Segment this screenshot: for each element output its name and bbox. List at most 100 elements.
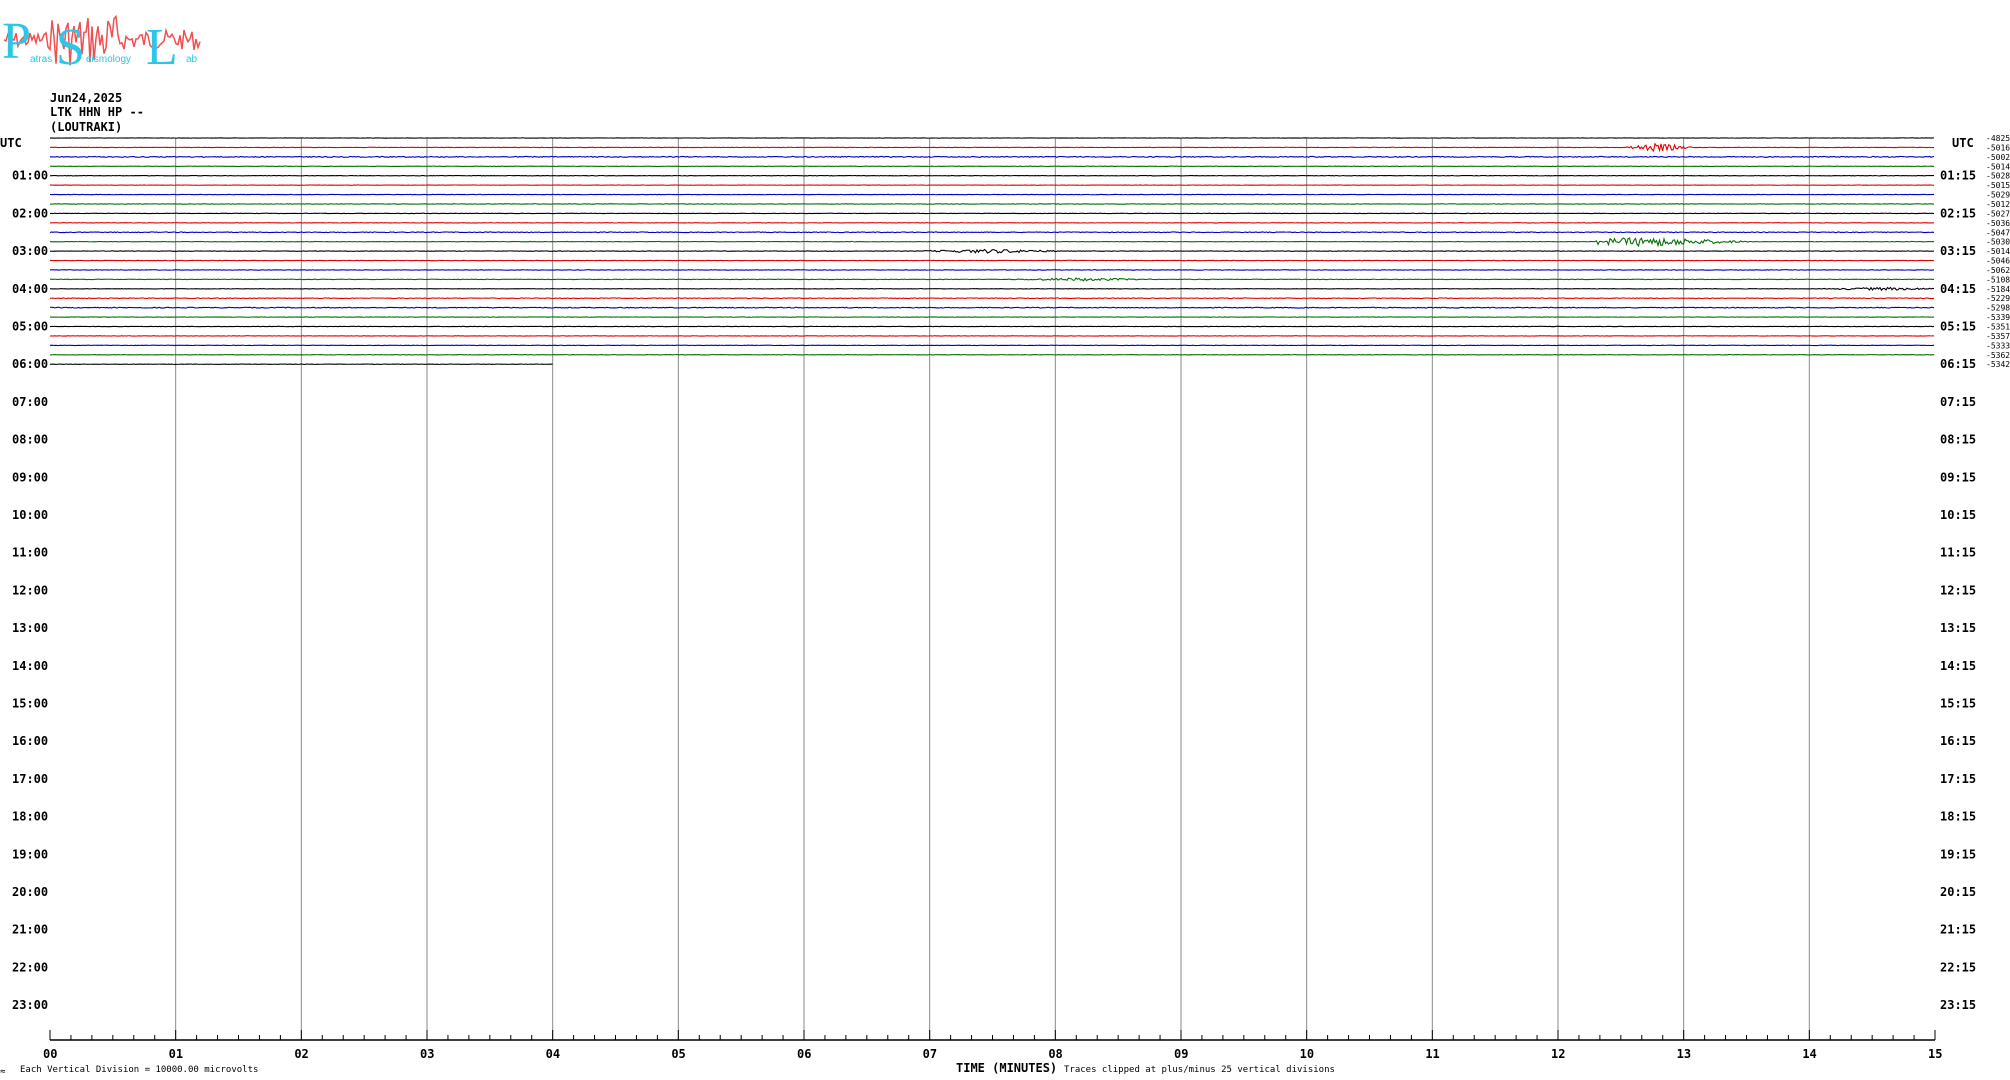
minute-tick-label: 12 (1551, 1047, 1565, 1061)
logo-letter-l: L (146, 19, 178, 76)
station-code: LTK HHN HP -- (50, 105, 144, 119)
left-hour-label: 01:00 (12, 169, 48, 183)
trace-offset-value: -5016 (1986, 143, 2010, 152)
trace-offset-value: -5029 (1986, 191, 2010, 200)
scale-note: Each Vertical Division = 10000.00 microv… (20, 1065, 258, 1075)
right-hour-label: 13:15 (1940, 621, 1976, 635)
trace-offset-value: -5027 (1986, 209, 2010, 218)
trace-row-10 (49, 231, 1935, 234)
trace-row-14 (49, 269, 1935, 271)
corner-mark: ≈ (0, 1067, 6, 1077)
left-hour-label: 14:00 (12, 659, 48, 673)
logo-letter-p: P (2, 13, 31, 70)
hour-labels: 01:00 02:00 03:00 04:00 05:00 06:00 07:00 08:00… (12, 169, 1976, 1012)
trace-offset-value: -5014 (1986, 162, 2010, 171)
trace-offset-value: -5062 (1986, 266, 2010, 275)
left-hour-label: 23:00 (12, 998, 48, 1012)
minute-grid (175, 138, 1810, 1040)
x-axis-label: TIME (MINUTES) (956, 1061, 1057, 1075)
minute-tick-label: 04 (546, 1047, 560, 1061)
right-hour-label: 16:15 (1940, 734, 1976, 748)
minute-tick-label: 00 (43, 1047, 57, 1061)
minute-tick-label: 02 (294, 1047, 308, 1061)
trace-offset-value: -5298 (1986, 304, 2010, 313)
right-hour-label: 21:15 (1940, 923, 1976, 937)
right-hour-label: 06:15 (1940, 357, 1976, 371)
left-hour-label: 10:00 (12, 508, 48, 522)
minute-tick-label: 08 (1048, 1047, 1062, 1061)
trace-offset-value: -5184 (1986, 285, 2010, 294)
left-hour-label: 05:00 (12, 320, 48, 334)
right-hour-label: 02:15 (1940, 206, 1976, 220)
right-hour-label: 09:15 (1940, 470, 1976, 484)
right-hour-label: 07:15 (1940, 395, 1976, 409)
right-hour-label: 04:15 (1940, 282, 1976, 296)
minute-axis: 00 01 02 03 04 05 06 07 08 09 10 11 12 13 14 15 (43, 1030, 1942, 1061)
left-utc-title: UTC (0, 136, 22, 150)
minute-tick-label: 07 (923, 1047, 937, 1061)
left-hour-label: 15:00 (12, 697, 48, 711)
minute-tick-label: 14 (1802, 1047, 1816, 1061)
right-hour-label: 12:15 (1940, 583, 1976, 597)
minute-tick-label: 03 (420, 1047, 434, 1061)
clip-note: Traces clipped at plus/minus 25 vertical… (1064, 1065, 1335, 1075)
minute-tick-label: 11 (1425, 1047, 1439, 1061)
left-hour-label: 13:00 (12, 621, 48, 635)
right-hour-label: 10:15 (1940, 508, 1976, 522)
left-hour-label: 04:00 (12, 282, 48, 296)
trace-offset-value: -5333 (1986, 341, 2010, 350)
right-hour-label: 22:15 (1940, 960, 1976, 974)
trace-offset-value: -5047 (1986, 228, 2010, 237)
trace-offset-value: -5339 (1986, 313, 2010, 322)
left-hour-label: 20:00 (12, 885, 48, 899)
left-hour-label: 18:00 (12, 810, 48, 824)
station-location: (LOUTRAKI) (50, 120, 122, 134)
right-hour-label: 03:15 (1940, 244, 1976, 258)
minute-tick-label: 13 (1677, 1047, 1691, 1061)
trace-offset-value: -5046 (1986, 257, 2010, 266)
left-hour-label: 03:00 (12, 244, 48, 258)
trace-offset-labels: -4825-5016-5002-5014-5028-5015-5029-5012… (1986, 134, 2010, 369)
logo-word-eismology: eismology (86, 54, 131, 65)
right-hour-label: 11:15 (1940, 546, 1976, 560)
trace-row-1 (49, 142, 1935, 153)
psl-logo: P S L atras eismology ab (2, 13, 201, 76)
trace-row-2 (49, 155, 1935, 158)
right-hour-label: 15:15 (1940, 697, 1976, 711)
left-hour-label: 11:00 (12, 546, 48, 560)
trace-offset-value: -5015 (1986, 181, 2010, 190)
minute-tick-label: 01 (169, 1047, 183, 1061)
trace-offset-value: -5229 (1986, 294, 2010, 303)
right-hour-label: 05:15 (1940, 320, 1976, 334)
trace-offset-value: -5030 (1986, 238, 2010, 247)
right-hour-label: 08:15 (1940, 433, 1976, 447)
record-date: Jun24,2025 (50, 91, 122, 105)
logo-word-atras: atras (30, 54, 52, 65)
trace-offset-value: -5012 (1986, 200, 2010, 209)
trace-offset-value: -5014 (1986, 247, 2010, 256)
left-hour-label: 19:00 (12, 847, 48, 861)
left-hour-label: 07:00 (12, 395, 48, 409)
minute-tick-label: 05 (671, 1047, 685, 1061)
trace-offset-value: -4825 (1986, 134, 2010, 143)
trace-row-16 (49, 286, 1935, 292)
right-hour-label: 17:15 (1940, 772, 1976, 786)
right-hour-label: 20:15 (1940, 885, 1976, 899)
trace-row-12 (49, 248, 1935, 254)
trace-offset-value: -5002 (1986, 153, 2010, 162)
right-hour-label: 18:15 (1940, 810, 1976, 824)
trace-offset-value: -5036 (1986, 219, 2010, 228)
logo-letter-s: S (56, 19, 85, 76)
helicorder-chart: P S L atras eismology ab Jun24,2025 LTK … (0, 13, 2010, 1077)
left-hour-label: 17:00 (12, 772, 48, 786)
left-hour-label: 12:00 (12, 583, 48, 597)
minute-tick-label: 15 (1928, 1047, 1942, 1061)
trace-offset-value: -5342 (1986, 360, 2010, 369)
seismic-traces (49, 137, 1935, 365)
trace-row-18 (49, 306, 1935, 309)
minute-tick-label: 06 (797, 1047, 811, 1061)
right-hour-label: 19:15 (1940, 847, 1976, 861)
left-hour-label: 22:00 (12, 960, 48, 974)
logo-word-ab: ab (186, 54, 198, 65)
trace-row-17 (49, 297, 1935, 300)
